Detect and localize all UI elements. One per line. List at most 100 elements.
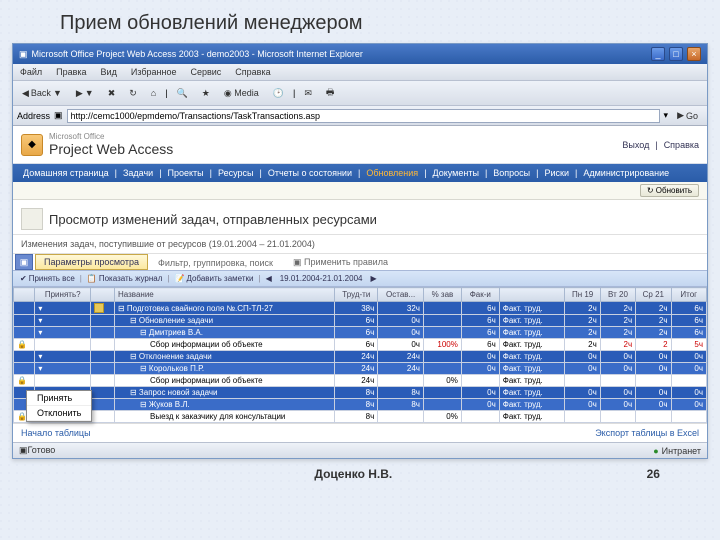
maximize-button[interactable]: □: [669, 47, 683, 61]
ie-status-bar: ▣ Готово ● Интранет: [13, 442, 707, 458]
slide-footer: Доценко Н.В. 26: [0, 459, 720, 481]
stop-button[interactable]: ✖: [103, 86, 121, 101]
browser-window: ▣ Microsoft Office Project Web Access 20…: [12, 43, 708, 459]
col-actual[interactable]: Фак-и: [461, 288, 499, 302]
window-titlebar: ▣ Microsoft Office Project Web Access 20…: [13, 44, 707, 64]
page-heading: Просмотр изменений задач, отправленных р…: [13, 200, 707, 235]
nav-item[interactable]: Домашняя страница: [21, 167, 111, 179]
slide-author: Доценко Н.В.: [314, 467, 392, 481]
product-name: Project Web Access: [49, 141, 173, 157]
menu-accept[interactable]: Принять: [27, 391, 91, 406]
tab-view-params[interactable]: Параметры просмотра: [35, 254, 148, 270]
nav-item[interactable]: Администрирование: [581, 167, 671, 179]
table-start-link[interactable]: Начало таблицы: [21, 428, 91, 438]
logout-link[interactable]: Выход: [622, 140, 649, 150]
favorites-button[interactable]: ★: [197, 86, 215, 101]
forward-button[interactable]: ▶ ▼: [71, 86, 99, 101]
col-work[interactable]: Труд-ти: [335, 288, 378, 302]
menu-Правка[interactable]: Правка: [53, 66, 89, 78]
zone-text: Интранет: [662, 446, 701, 456]
nav-item[interactable]: Отчеты о состоянии: [266, 167, 354, 179]
col-wed[interactable]: Ср 21: [636, 288, 671, 302]
table-row[interactable]: 🔒Сбор информации об объекте24ч0%Факт. тр…: [14, 375, 707, 387]
col-percent[interactable]: % зав: [423, 288, 461, 302]
menu-Справка[interactable]: Справка: [232, 66, 273, 78]
page-icon-large: [21, 208, 43, 230]
zone-icon: ●: [653, 446, 658, 456]
col-total[interactable]: Итог: [671, 288, 706, 302]
col-accept[interactable]: Принять?: [35, 288, 91, 302]
refresh-page-button[interactable]: ↻ Обновить: [640, 184, 699, 197]
col-icon: [91, 288, 115, 302]
mail-button[interactable]: ✉: [299, 86, 317, 101]
table-row[interactable]: ▾⊟ Запрос новой задачи8ч8ч0чФакт. труд.0…: [14, 387, 707, 399]
grid-footer: Начало таблицы Экспорт таблицы в Excel: [13, 423, 707, 442]
close-button[interactable]: ×: [687, 47, 701, 61]
task-grid: Принять? Название Труд-ти Остав... % зав…: [13, 287, 707, 423]
status-text: Готово: [28, 445, 56, 456]
table-row[interactable]: ▾⊟ Дмитриев В.А.6ч0ч6чФакт. труд.2ч2ч2ч6…: [14, 327, 707, 339]
menu-Сервис[interactable]: Сервис: [187, 66, 224, 78]
project-logo-icon: ◆: [21, 134, 43, 156]
export-excel-link[interactable]: Экспорт таблицы в Excel: [595, 428, 699, 438]
show-log-button[interactable]: 📋 Показать журнал: [84, 273, 166, 284]
nav-item[interactable]: Вопросы: [491, 167, 532, 179]
address-input[interactable]: [67, 109, 660, 123]
history-button[interactable]: 🕑: [268, 86, 289, 101]
search-button[interactable]: 🔍: [172, 86, 193, 101]
table-row[interactable]: 🔒Сбор информации об объекте6ч0ч100%6чФак…: [14, 339, 707, 351]
context-menu: Принять Отклонить: [26, 390, 92, 422]
menu-reject[interactable]: Отклонить: [27, 406, 91, 421]
date-next-button[interactable]: ▶: [367, 273, 379, 284]
address-bar: Address ▣ ▾ ▶ Go: [13, 106, 707, 126]
table-row[interactable]: 🔒Выезд к заказчику для консультации8ч0%Ф…: [14, 411, 707, 423]
page-subtitle: Изменения задач, поступившие от ресурсов…: [13, 235, 707, 254]
accept-all-button[interactable]: ✔ Принять все: [17, 273, 78, 284]
pwa-navbar: Домашняя страница | Задачи | Проекты | Р…: [13, 164, 707, 182]
date-prev-button[interactable]: ◀: [263, 273, 275, 284]
tab-filter[interactable]: Фильтр, группировка, поиск: [148, 256, 283, 270]
col-lock: [14, 288, 35, 302]
address-dropdown-icon[interactable]: ▾: [664, 110, 669, 121]
back-button[interactable]: ◀ Back ▼: [17, 86, 67, 101]
add-notes-button[interactable]: 📝 Добавить заметки: [172, 273, 257, 284]
ms-office-label: Microsoft Office: [49, 132, 173, 141]
nav-item[interactable]: Обновления: [364, 167, 420, 179]
sub-toolbar: ↻ Обновить: [13, 182, 707, 200]
menu-Вид[interactable]: Вид: [98, 66, 120, 78]
col-mon[interactable]: Пн 19: [565, 288, 600, 302]
window-title: Microsoft Office Project Web Access 2003…: [32, 49, 363, 59]
table-row[interactable]: ▾⊟ Подготовка свайного поля №.СП-ТЛ-2738…: [14, 302, 707, 315]
menu-Избранное[interactable]: Избранное: [128, 66, 180, 78]
go-button[interactable]: ▶ Go: [672, 108, 703, 123]
table-row[interactable]: ▾⊟ Корольков П.Р.24ч24ч0чФакт. труд.0ч0ч…: [14, 363, 707, 375]
home-button[interactable]: ⌂: [146, 86, 161, 100]
action-bar: ✔ Принять все | 📋 Показать журнал | 📝 До…: [13, 271, 707, 287]
page-title: Просмотр изменений задач, отправленных р…: [49, 212, 377, 227]
minimize-button[interactable]: _: [651, 47, 665, 61]
nav-item[interactable]: Проекты: [166, 167, 206, 179]
nav-item[interactable]: Риски: [543, 167, 572, 179]
col-tue[interactable]: Вт 20: [600, 288, 635, 302]
col-name[interactable]: Название: [115, 288, 335, 302]
col-remaining[interactable]: Остав...: [378, 288, 424, 302]
refresh-button[interactable]: ↻: [124, 86, 142, 101]
pwa-header: ◆ Microsoft Office Project Web Access Вы…: [13, 126, 707, 164]
table-row[interactable]: ▾⊟ Жуков В.Л.8ч8ч0чФакт. труд.0ч0ч0ч0ч: [14, 399, 707, 411]
collapse-icon[interactable]: ▣: [15, 254, 33, 270]
table-row[interactable]: ▾⊟ Отклонение задачи24ч24ч0чФакт. труд.0…: [14, 351, 707, 363]
menu-Файл[interactable]: Файл: [17, 66, 45, 78]
help-link[interactable]: Справка: [664, 140, 699, 150]
media-button[interactable]: ◉ Media: [219, 86, 264, 101]
col-facttype: [499, 288, 565, 302]
view-tab-row: ▣ Параметры просмотра Фильтр, группировк…: [13, 254, 707, 271]
nav-item[interactable]: Задачи: [121, 167, 155, 179]
table-row[interactable]: ▾⊟ Обновление задачи6ч0ч6чФакт. труд.2ч2…: [14, 315, 707, 327]
tab-rules[interactable]: ▣ Применить правила: [283, 255, 398, 270]
page-icon: ▣: [54, 110, 63, 121]
nav-item[interactable]: Ресурсы: [216, 167, 256, 179]
nav-item[interactable]: Документы: [431, 167, 481, 179]
status-done-icon: ▣: [19, 445, 28, 456]
ie-menubar: Файл Правка Вид Избранное Сервис Справка: [13, 64, 707, 81]
print-button[interactable]: 🖶: [321, 83, 340, 103]
